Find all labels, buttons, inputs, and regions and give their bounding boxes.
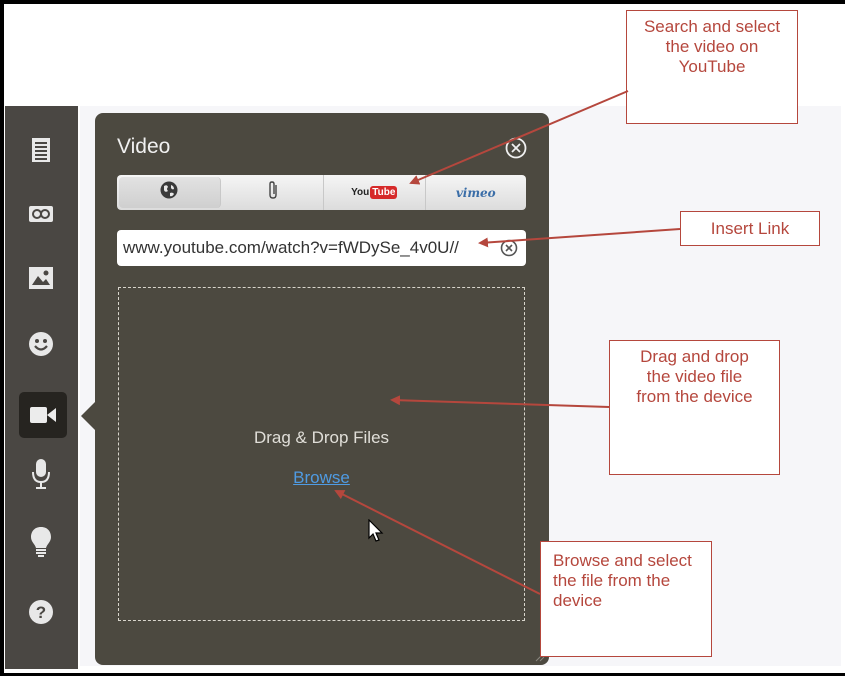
paperclip-icon bbox=[267, 180, 279, 205]
drop-zone[interactable]: Drag & Drop Files Browse bbox=[118, 287, 525, 621]
microphone-icon[interactable] bbox=[27, 459, 55, 489]
source-tabs: You Tube vimeo bbox=[117, 175, 526, 210]
video-url-value: //www.youtube.com/watch?v=fWDySe_4v0U bbox=[123, 238, 459, 257]
image-icon[interactable] bbox=[27, 264, 55, 292]
clear-input-icon[interactable] bbox=[500, 239, 518, 257]
callout-insert-link: Insert Link bbox=[680, 211, 820, 246]
callout-drag-drop: Drag and drop the video file from the de… bbox=[609, 340, 780, 475]
tab-vimeo[interactable]: vimeo bbox=[426, 175, 527, 210]
globe-icon bbox=[160, 181, 178, 204]
tab-attachment[interactable] bbox=[223, 175, 324, 210]
youtube-logo-tube: Tube bbox=[370, 186, 398, 199]
youtube-logo-text: You bbox=[351, 187, 370, 198]
link-icon[interactable] bbox=[27, 200, 55, 228]
callout-search: Search and select the video on YouTube bbox=[626, 10, 798, 124]
lightbulb-icon[interactable] bbox=[27, 527, 55, 557]
drop-zone-text: Drag & Drop Files bbox=[253, 428, 390, 447]
svg-text:?: ? bbox=[36, 603, 46, 622]
close-icon[interactable] bbox=[505, 137, 527, 159]
document-icon[interactable] bbox=[27, 136, 55, 164]
panel-title: Video bbox=[117, 135, 171, 158]
help-icon[interactable]: ? bbox=[27, 598, 55, 626]
video-camera-icon[interactable] bbox=[19, 392, 67, 438]
tab-web-link[interactable] bbox=[119, 177, 221, 208]
panel-pointer bbox=[81, 402, 95, 430]
youtube-logo-icon: You Tube bbox=[351, 186, 398, 199]
vimeo-logo-icon: vimeo bbox=[455, 185, 496, 200]
callout-browse: Browse and select the file from the devi… bbox=[540, 541, 712, 657]
mouse-cursor-icon bbox=[368, 518, 384, 548]
smiley-icon[interactable] bbox=[27, 330, 55, 358]
sidebar: ? bbox=[5, 106, 78, 669]
video-url-input[interactable]: //www.youtube.com/watch?v=fWDySe_4v0U bbox=[117, 230, 526, 266]
video-panel: Video You Tube vimeo //www.youtube.com/w… bbox=[95, 113, 549, 665]
tab-youtube[interactable]: You Tube bbox=[324, 175, 426, 210]
browse-link[interactable]: Browse bbox=[119, 468, 524, 488]
